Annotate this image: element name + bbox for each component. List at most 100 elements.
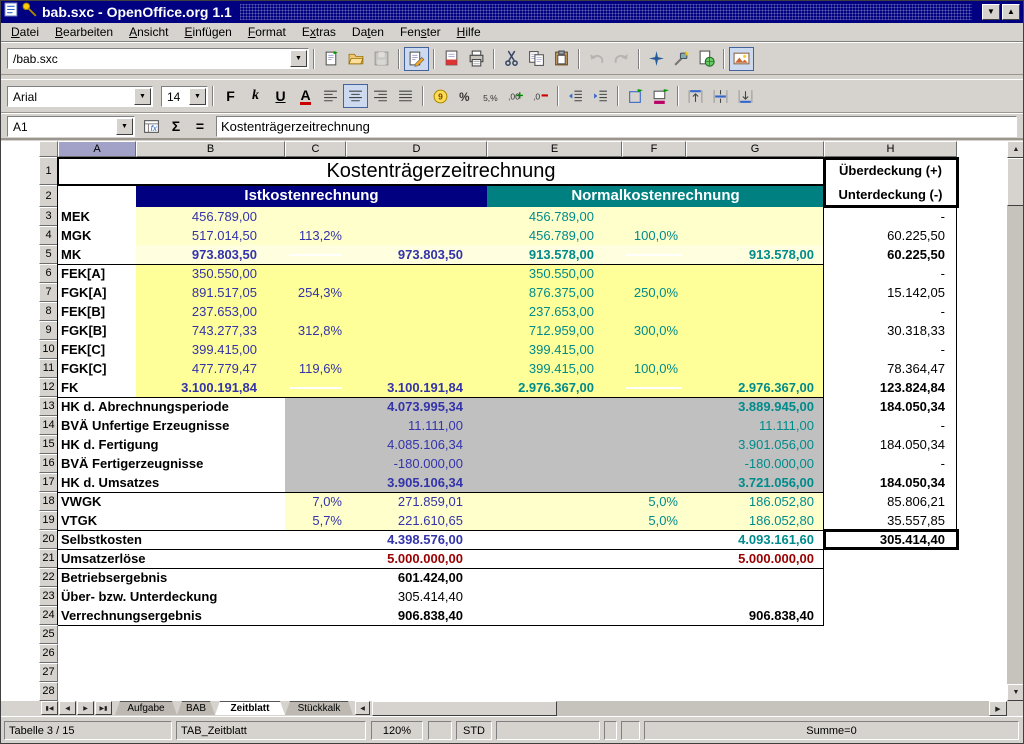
row-header-17[interactable]: 17 [39,473,58,492]
cell-H19[interactable]: 35.557,85 [824,511,957,530]
column-header-A[interactable]: A [58,141,136,157]
cell-D17[interactable]: 3.905.106,34 [346,473,487,492]
row-header-10[interactable]: 10 [39,340,58,359]
sheet-tab-stückkalk[interactable]: Stückkalk [285,701,353,715]
cell-F7[interactable]: 250,0% [622,283,686,302]
cell-D18[interactable]: 271.859,01 [346,492,487,511]
increase-indent-button[interactable] [588,84,613,108]
cell-F11[interactable]: 100,0% [622,359,686,378]
name-box-dropdown-icon[interactable]: ▼ [116,118,133,135]
online-layout-button[interactable] [694,47,719,71]
cell-A23[interactable]: Über- bzw. Unterdeckung [58,587,288,606]
cell-F18[interactable]: 5,0% [622,492,686,511]
column-header-H[interactable]: H [824,141,957,157]
row-header-18[interactable]: 18 [39,492,58,511]
row-header-9[interactable]: 9 [39,321,58,340]
cell-D5[interactable]: 973.803,50 [346,245,487,264]
row-header-2[interactable]: 2 [39,185,58,207]
number-percent-button[interactable]: % [453,84,478,108]
cell-G16[interactable]: -180.000,00 [686,454,824,473]
sheet-corner-box[interactable] [39,141,58,157]
cell-H8[interactable]: - [824,302,957,321]
cell-E3[interactable]: 456.789,00 [487,207,622,226]
scroll-down-button[interactable]: ▼ [1007,684,1024,701]
pushpin-icon[interactable] [21,1,38,23]
cell-G14[interactable]: 11.111,00 [686,416,824,435]
function-wizard-button[interactable]: fx [139,114,164,138]
cell-B6[interactable]: 350.550,00 [136,264,285,283]
cell-H3[interactable]: - [824,207,957,226]
undo-button[interactable] [584,47,609,71]
section-header-normalkostenrechnung[interactable]: Normalkostenrechnung [487,185,824,207]
cell-H11[interactable]: 78.364,47 [824,359,957,378]
cell-B8[interactable]: 237.653,00 [136,302,285,321]
cell-A22[interactable]: Betriebsergebnis [58,568,288,587]
cell-A21[interactable]: Umsatzerlöse [58,549,288,568]
add-decimal-button[interactable]: ,00 [503,84,528,108]
italic-button[interactable]: k [243,84,268,108]
row-header-25[interactable]: 25 [39,625,58,644]
tab-scroll-left-button[interactable]: ◀ [355,701,370,715]
cell-G5[interactable]: 913.578,00 [686,245,824,264]
cell-E6[interactable]: 350.550,00 [487,264,622,283]
row-header-13[interactable]: 13 [39,397,58,416]
font-color-button[interactable]: A [293,84,318,108]
sheet-tab-aufgabe[interactable]: Aufgabe [115,701,177,715]
cell-F4[interactable]: 100,0% [622,226,686,245]
paste-button[interactable] [549,47,574,71]
sum-button[interactable]: Σ [164,115,188,137]
status-sum[interactable]: Summe=0 [644,721,1019,740]
previous-sheet-button[interactable]: ◀ [59,701,76,715]
cell-C11[interactable]: 119,6% [285,359,346,378]
cell-H5[interactable]: 60.225,50 [824,245,957,264]
vscroll-thumb[interactable] [1007,158,1024,206]
bold-button[interactable]: F [218,84,243,108]
cell-C7[interactable]: 254,3% [285,283,346,302]
row-header-6[interactable]: 6 [39,264,58,283]
spreadsheet-grid[interactable]: ABCDEFGH12345678910111213141516171819202… [1,141,1007,701]
row-header-5[interactable]: 5 [39,245,58,264]
cell-F9[interactable]: 300,0% [622,321,686,340]
cell-title-A1[interactable]: Kostenträgerzeitrechnung [58,158,824,184]
cell-A16[interactable]: BVÄ Fertigerzeugnisse [58,454,288,473]
cell-G24[interactable]: 906.838,40 [686,606,824,625]
cell-H14[interactable]: - [824,416,957,435]
cell-D13[interactable]: 4.073.995,34 [346,397,487,416]
cell-D20[interactable]: 4.398.576,00 [346,530,487,549]
menu-bearbeiten[interactable]: Bearbeiten [47,23,121,41]
menu-extras[interactable]: Extras [294,23,344,41]
row-header-26[interactable]: 26 [39,644,58,663]
maximize-button[interactable]: ▲ [1002,4,1020,20]
cell-H13[interactable]: 184.050,34 [824,397,957,416]
cell-G20[interactable]: 4.093.161,60 [686,530,824,549]
font-size-combobox[interactable]: 14 ▼ [161,86,208,107]
cell-E8[interactable]: 237.653,00 [487,302,622,321]
status-zoom[interactable]: 120% [371,721,423,740]
cell-H9[interactable]: 30.318,33 [824,321,957,340]
menu-daten[interactable]: Daten [344,23,392,41]
decrease-indent-button[interactable] [563,84,588,108]
cell-E11[interactable]: 399.415,00 [487,359,622,378]
cell-B12[interactable]: 3.100.191,84 [136,378,285,397]
number-standard-button[interactable]: 5,% [478,84,503,108]
cell-G12[interactable]: 2.976.367,00 [686,378,824,397]
cell-E5[interactable]: 913.578,00 [487,245,622,264]
font-name-combobox[interactable]: Arial ▼ [7,86,153,107]
row-header-22[interactable]: 22 [39,568,58,587]
row-header-19[interactable]: 19 [39,511,58,530]
cell-B4[interactable]: 517.014,50 [136,226,285,245]
cell-A18[interactable]: VWGK [58,492,288,511]
navigator-button[interactable] [644,47,669,71]
export-pdf-button[interactable] [439,47,464,71]
minimize-button[interactable]: ▼ [982,4,1000,20]
cell-H20[interactable]: 305.414,40 [824,530,957,549]
cell-B3[interactable]: 456.789,00 [136,207,285,226]
row-header-21[interactable]: 21 [39,549,58,568]
background-color-button[interactable] [648,84,673,108]
cell-C19[interactable]: 5,7% [285,511,346,530]
align-top-button[interactable] [683,84,708,108]
name-box[interactable]: A1 ▼ [7,116,135,137]
row-header-12[interactable]: 12 [39,378,58,397]
menu-format[interactable]: Format [240,23,294,41]
row-header-3[interactable]: 3 [39,207,58,226]
